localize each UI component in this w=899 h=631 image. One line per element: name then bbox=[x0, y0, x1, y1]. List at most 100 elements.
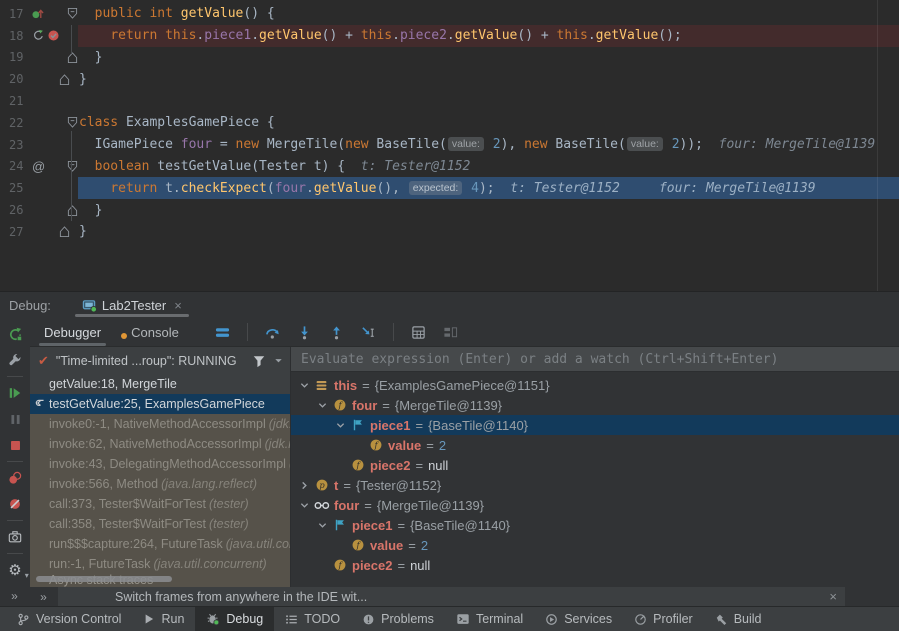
expand-chevron-icon[interactable] bbox=[297, 381, 312, 390]
code-line-26[interactable]: 26 } bbox=[0, 199, 899, 221]
line-number[interactable]: 25 bbox=[0, 181, 32, 195]
variable-row[interactable]: this={ExamplesGamePiece@1151} bbox=[291, 375, 899, 395]
code-line-24[interactable]: 24@ boolean testGetValue(Tester t) { t: … bbox=[0, 156, 899, 178]
expand-chevron-icon[interactable] bbox=[333, 421, 348, 430]
variable-row[interactable]: fpiece2=null bbox=[291, 455, 899, 475]
step-out-button[interactable] bbox=[325, 321, 348, 343]
variable-row[interactable]: piece1={BaseTile@1140} bbox=[291, 515, 899, 535]
variable-row[interactable]: ffour={MergeTile@1139} bbox=[291, 395, 899, 415]
stack-frame-row[interactable]: getValue:18, MergeTile bbox=[30, 374, 290, 394]
wrench-button[interactable] bbox=[0, 347, 30, 373]
filter-icon[interactable] bbox=[252, 354, 266, 368]
horizontal-scrollbar[interactable] bbox=[36, 576, 172, 582]
variable-row[interactable]: fvalue=2 bbox=[291, 435, 899, 455]
code-text[interactable]: boolean testGetValue(Tester t) { t: Test… bbox=[78, 156, 899, 178]
tab-debugger[interactable]: Debugger bbox=[44, 318, 101, 346]
expand-chevron-icon[interactable] bbox=[297, 481, 312, 490]
code-line-25[interactable]: 25 return t.checkExpect(four.getValue(),… bbox=[0, 177, 899, 199]
line-number[interactable]: 21 bbox=[0, 94, 32, 108]
statusbar-item-build[interactable]: Build bbox=[704, 607, 773, 631]
stack-frame-row[interactable]: invoke:62, NativeMethodAccessorImpl (jdk… bbox=[30, 434, 290, 454]
camera-button[interactable] bbox=[0, 524, 30, 550]
fold-start-icon[interactable] bbox=[67, 160, 78, 173]
step-into-button[interactable] bbox=[293, 321, 316, 343]
view-breakpoints-button[interactable] bbox=[0, 465, 30, 491]
close-icon[interactable]: × bbox=[829, 589, 837, 604]
fold-start-icon[interactable] bbox=[67, 7, 78, 20]
code-line-20[interactable]: 20} bbox=[0, 68, 899, 90]
code-text[interactable]: public int getValue() { bbox=[78, 3, 899, 25]
close-tab-icon[interactable]: × bbox=[174, 298, 182, 313]
stack-frame-row[interactable]: invoke:566, Method (java.lang.reflect) bbox=[30, 474, 290, 494]
code-line-17[interactable]: 17 public int getValue() { bbox=[0, 3, 899, 25]
resume-button[interactable] bbox=[0, 380, 30, 406]
chevron-down-icon[interactable] bbox=[273, 355, 284, 366]
frames-view-button[interactable] bbox=[211, 321, 234, 343]
line-number[interactable]: 23 bbox=[0, 138, 32, 152]
fold-end-icon[interactable] bbox=[67, 51, 78, 64]
variable-row[interactable]: fvalue=2 bbox=[291, 535, 899, 555]
fold-end-icon[interactable] bbox=[59, 225, 70, 238]
code-text[interactable]: return this.piece1.getValue() + this.pie… bbox=[78, 25, 899, 47]
stop-button[interactable] bbox=[0, 432, 30, 458]
line-number[interactable]: 19 bbox=[0, 50, 32, 64]
step-over-button[interactable] bbox=[261, 321, 284, 343]
code-text[interactable]: } bbox=[78, 221, 899, 243]
line-number[interactable]: 18 bbox=[0, 29, 32, 43]
statusbar-item-terminal[interactable]: Terminal bbox=[445, 607, 534, 631]
stack-frame-row[interactable]: invoke:43, DelegatingMethodAccessorImpl … bbox=[30, 454, 290, 474]
statusbar-item-debug[interactable]: Debug bbox=[195, 607, 274, 631]
line-number[interactable]: 17 bbox=[0, 7, 32, 21]
more-chevron-button[interactable]: » bbox=[30, 587, 58, 606]
code-text[interactable]: class ExamplesGamePiece { bbox=[78, 112, 899, 134]
code-text[interactable]: } bbox=[78, 68, 899, 90]
line-number[interactable]: 26 bbox=[0, 203, 32, 217]
statusbar-item-version-control[interactable]: Version Control bbox=[6, 607, 132, 631]
code-line-18[interactable]: 18 return this.piece1.getValue() + this.… bbox=[0, 25, 899, 47]
variable-row[interactable]: piece1={BaseTile@1140} bbox=[291, 415, 899, 435]
rerun-button[interactable] bbox=[0, 321, 30, 347]
line-number[interactable]: 24 bbox=[0, 159, 32, 173]
code-text[interactable]: } bbox=[78, 47, 899, 69]
line-number[interactable]: 22 bbox=[0, 116, 32, 130]
breakpoint-icon[interactable] bbox=[47, 29, 60, 42]
code-text[interactable] bbox=[78, 90, 899, 112]
code-text[interactable]: IGamePiece four = new MergeTile(new Base… bbox=[78, 134, 899, 156]
stack-frame-row[interactable]: call:358, Tester$WaitForTest (tester) bbox=[30, 514, 290, 534]
line-number[interactable]: 27 bbox=[0, 225, 32, 239]
stack-frame-row[interactable]: run:-1, FutureTask (java.util.concurrent… bbox=[30, 554, 290, 574]
statusbar-item-services[interactable]: Services bbox=[534, 607, 623, 631]
expand-chevron-icon[interactable] bbox=[315, 401, 330, 410]
code-line-19[interactable]: 19 } bbox=[0, 47, 899, 69]
statusbar-item-problems[interactable]: Problems bbox=[351, 607, 445, 631]
thread-selector-row[interactable]: ✔ "Time-limited ...roup": RUNNING bbox=[30, 347, 290, 374]
code-line-21[interactable]: 21 bbox=[0, 90, 899, 112]
code-line-23[interactable]: 23 IGamePiece four = new MergeTile(new B… bbox=[0, 134, 899, 156]
variable-row[interactable]: four={MergeTile@1139} bbox=[291, 495, 899, 515]
pause-button[interactable] bbox=[0, 406, 30, 432]
stack-frame-row[interactable]: testGetValue:25, ExamplesGamePiece bbox=[30, 394, 290, 414]
stack-frame-row[interactable]: run$$$capture:264, FutureTask (java.util… bbox=[30, 534, 290, 554]
stack-frame-row[interactable]: call:373, Tester$WaitForTest (tester) bbox=[30, 494, 290, 514]
statusbar-item-profiler[interactable]: Profiler bbox=[623, 607, 704, 631]
code-line-22[interactable]: 22 class ExamplesGamePiece { bbox=[0, 112, 899, 134]
code-text[interactable]: } bbox=[78, 199, 899, 221]
tab-console[interactable]: Console bbox=[131, 318, 179, 346]
expand-chevron-icon[interactable] bbox=[315, 521, 330, 530]
layout-settings-button[interactable] bbox=[439, 321, 462, 343]
evaluate-expression-input[interactable]: Evaluate expression (Enter) or add a wat… bbox=[290, 347, 899, 372]
expand-chevron-icon[interactable] bbox=[297, 501, 312, 510]
evaluate-expression-button[interactable] bbox=[407, 321, 430, 343]
variable-row[interactable]: pt={Tester@1152} bbox=[291, 475, 899, 495]
statusbar-item-run[interactable]: Run bbox=[132, 607, 195, 631]
debug-session-tab[interactable]: Lab2Tester × bbox=[75, 292, 189, 318]
fold-start-icon[interactable] bbox=[67, 116, 78, 129]
code-line-27[interactable]: 27} bbox=[0, 221, 899, 243]
code-text[interactable]: return t.checkExpect(four.getValue(), ex… bbox=[78, 177, 899, 199]
run-to-cursor-button[interactable] bbox=[357, 321, 380, 343]
variable-row[interactable]: fpiece2=null bbox=[291, 555, 899, 575]
fold-end-icon[interactable] bbox=[67, 204, 78, 217]
settings-button[interactable]: ⚙▾ bbox=[0, 557, 30, 583]
mute-breakpoints-button[interactable] bbox=[0, 491, 30, 517]
line-number[interactable]: 20 bbox=[0, 72, 32, 86]
